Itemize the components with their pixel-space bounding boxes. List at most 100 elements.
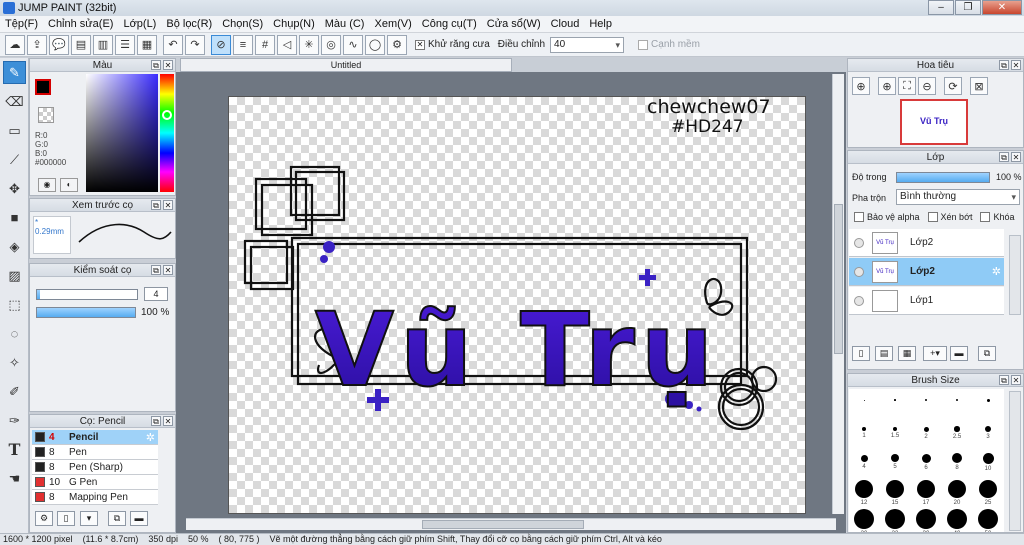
layer-row-selected[interactable]: Vũ Trụ Lớp2 ✲ bbox=[849, 258, 1004, 286]
layer-opacity-slider[interactable] bbox=[896, 172, 990, 183]
rotate-icon[interactable]: ⟳ bbox=[944, 77, 962, 95]
snap-off-icon[interactable]: ⊘ bbox=[211, 34, 231, 55]
brush-folder-icon[interactable]: ▬ bbox=[130, 511, 148, 526]
brush-size-option[interactable]: 20 bbox=[942, 480, 972, 506]
undo-icon[interactable]: ↶ bbox=[163, 34, 183, 55]
drawing-canvas[interactable]: chewchew07 #HD247 Vũ Trụ bbox=[228, 96, 806, 514]
menu-cloud[interactable]: Cloud bbox=[546, 18, 585, 30]
brush-item-pencil[interactable]: 4 Pencil ✲ bbox=[32, 430, 158, 445]
menu-window[interactable]: Cửa sổ(W) bbox=[482, 18, 546, 30]
brush-size-option[interactable]: 1.5 bbox=[880, 422, 910, 439]
foreground-color-swatch[interactable] bbox=[35, 79, 51, 95]
layer-row[interactable]: Lớp1 bbox=[849, 287, 1004, 315]
brush-new-icon[interactable]: ▯ bbox=[57, 511, 75, 526]
close-panel-icon[interactable]: ✕ bbox=[1011, 152, 1021, 162]
snap-ellipse-icon[interactable]: ◯ bbox=[365, 34, 385, 55]
message-icon[interactable]: ▤ bbox=[71, 34, 91, 55]
layer-row[interactable]: Vũ Trụ Lớp2 bbox=[849, 229, 1004, 257]
document-tab[interactable]: Untitled bbox=[180, 58, 512, 72]
new-layer-icon[interactable]: ▯ bbox=[852, 346, 870, 361]
text-tool-icon[interactable]: T bbox=[3, 438, 26, 461]
menu-select[interactable]: Chọn(S) bbox=[217, 18, 268, 30]
menu-color[interactable]: Màu (C) bbox=[320, 18, 370, 30]
menu-edit[interactable]: Chỉnh sửa(E) bbox=[43, 18, 118, 30]
merge-layer-icon[interactable]: ⧉ bbox=[978, 346, 996, 361]
zoom-in-icon[interactable]: ⊕ bbox=[852, 77, 870, 95]
page-icon[interactable]: ▥ bbox=[93, 34, 113, 55]
brush-size-option[interactable]: 12 bbox=[849, 480, 879, 506]
antialias-checkbox[interactable]: ✕ bbox=[415, 39, 425, 50]
snap-curve-icon[interactable]: ∿ bbox=[343, 34, 363, 55]
snap-grid-icon[interactable]: # bbox=[255, 34, 275, 55]
hand-tool-icon[interactable]: ☚ bbox=[3, 467, 26, 490]
menu-capture[interactable]: Chụp(N) bbox=[268, 18, 320, 30]
layer-visibility-icon[interactable] bbox=[854, 237, 864, 248]
magic-wand-tool-icon[interactable]: ✧ bbox=[3, 351, 26, 374]
canvas-vertical-scrollbar[interactable] bbox=[832, 74, 844, 514]
layer-visibility-icon[interactable] bbox=[854, 266, 864, 277]
brush-size-option[interactable]: 15 bbox=[880, 480, 910, 506]
antialias-option[interactable]: ✕ Khử răng cưa bbox=[415, 39, 490, 50]
brush-item-pen[interactable]: 8 Pen bbox=[32, 445, 158, 460]
export-icon[interactable]: ⇪ bbox=[27, 34, 47, 55]
select-pen-tool-icon[interactable]: ✐ bbox=[3, 380, 26, 403]
close-panel-icon[interactable]: ✕ bbox=[1011, 375, 1021, 385]
menu-tools[interactable]: Công cụ(T) bbox=[417, 18, 482, 30]
reset-view-icon[interactable]: ⊠ bbox=[970, 77, 988, 95]
brush-size-option[interactable]: 40 bbox=[942, 509, 972, 532]
brush-size-option[interactable]: 2.5 bbox=[942, 422, 972, 440]
list-icon[interactable]: ☰ bbox=[115, 34, 135, 55]
float-icon[interactable]: ⧉ bbox=[151, 265, 161, 275]
brush-copy-icon[interactable]: ⧉ bbox=[108, 511, 126, 526]
brush-item-pen-sharp[interactable]: 8 Pen (Sharp) bbox=[32, 460, 158, 475]
float-icon[interactable]: ⧉ bbox=[999, 375, 1009, 385]
adjust-select[interactable]: 40 bbox=[550, 36, 625, 53]
brush-size-option[interactable]: 20 bbox=[849, 509, 879, 532]
close-panel-icon[interactable]: ✕ bbox=[163, 60, 173, 70]
menu-filter[interactable]: Bộ lọc(R) bbox=[161, 18, 217, 30]
brush-item-g-pen[interactable]: 10 G Pen bbox=[32, 475, 158, 490]
layer-group-icon[interactable]: ▬ bbox=[950, 346, 968, 361]
color-mode-icon[interactable]: ◉ bbox=[38, 178, 56, 192]
fill-rect-tool-icon[interactable]: ■ bbox=[3, 206, 26, 229]
zoom-out-icon[interactable]: ⊖ bbox=[918, 77, 936, 95]
grid-icon[interactable]: ▦ bbox=[137, 34, 157, 55]
menu-layer[interactable]: Lớp(L) bbox=[118, 18, 161, 30]
brush-size-input[interactable]: 4 bbox=[144, 287, 168, 301]
protect-alpha-checkbox[interactable] bbox=[854, 212, 864, 222]
transparent-color-swatch[interactable] bbox=[38, 107, 54, 123]
add-layer-menu-icon[interactable]: +▾ bbox=[923, 346, 947, 361]
brush-size-option[interactable] bbox=[942, 393, 972, 403]
brush-size-option[interactable]: 3 bbox=[973, 422, 1003, 440]
brush-size-option[interactable] bbox=[973, 393, 1003, 404]
brush-size-option[interactable]: 8 bbox=[942, 451, 972, 471]
select-eraser-tool-icon[interactable]: ✑ bbox=[3, 409, 26, 432]
line-tool-icon[interactable]: ⟋ bbox=[3, 148, 26, 171]
canvas-horizontal-scrollbar[interactable] bbox=[186, 518, 836, 530]
pen-tool-icon[interactable]: ✎ bbox=[3, 61, 26, 84]
snap-parallel-icon[interactable]: ≡ bbox=[233, 34, 253, 55]
comment-icon[interactable]: 💬 bbox=[49, 34, 69, 55]
gear-icon[interactable]: ✲ bbox=[992, 265, 1001, 278]
brush-size-option[interactable]: 30 bbox=[911, 509, 941, 532]
float-icon[interactable]: ⧉ bbox=[999, 152, 1009, 162]
brush-size-option[interactable]: 17 bbox=[911, 480, 941, 506]
eraser-tool-icon[interactable]: ⌫ bbox=[3, 90, 26, 113]
lasso-tool-icon[interactable]: ◌ bbox=[3, 322, 26, 345]
brush-size-option[interactable]: 6 bbox=[911, 451, 941, 471]
brush-item-mapping-pen[interactable]: 8 Mapping Pen bbox=[32, 490, 158, 505]
saturation-value-picker[interactable] bbox=[86, 74, 158, 192]
redo-icon[interactable]: ↷ bbox=[185, 34, 205, 55]
snap-circle-icon[interactable]: ◎ bbox=[321, 34, 341, 55]
zoom-in-alt-icon[interactable]: ⊕ bbox=[878, 77, 896, 95]
smooth-edge-checkbox[interactable] bbox=[638, 39, 649, 50]
brush-menu-icon[interactable]: ▾ bbox=[80, 511, 98, 526]
blend-mode-select[interactable]: Bình thường bbox=[896, 189, 1020, 205]
menu-help[interactable]: Help bbox=[584, 18, 617, 30]
brush-size-slider[interactable] bbox=[36, 289, 138, 300]
float-icon[interactable]: ⧉ bbox=[999, 60, 1009, 70]
cloud-icon[interactable]: ☁ bbox=[5, 34, 25, 55]
layers-scrollbar[interactable] bbox=[1009, 235, 1021, 315]
brush-size-option[interactable]: 10 bbox=[973, 451, 1003, 472]
brush-size-option[interactable]: 5 bbox=[880, 451, 910, 470]
